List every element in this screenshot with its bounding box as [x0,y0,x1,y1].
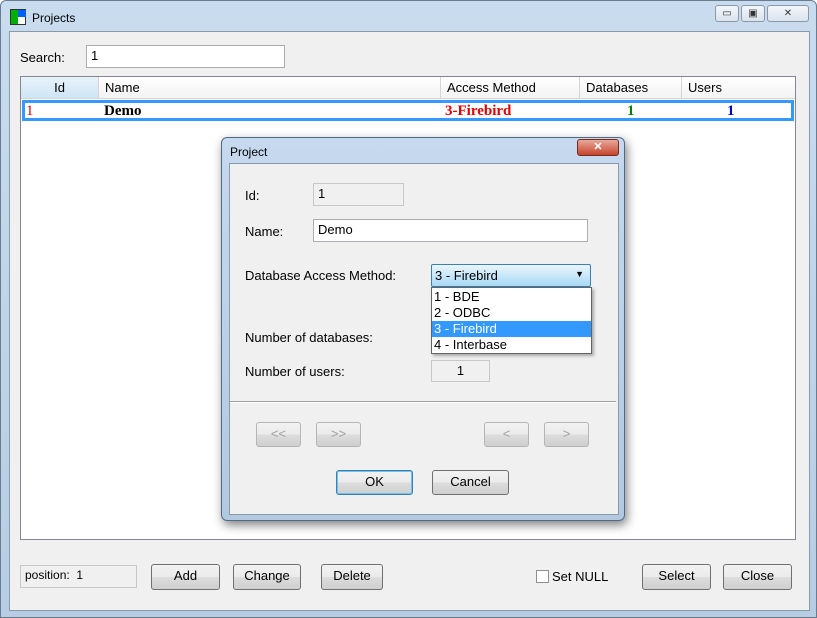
select-button[interactable]: Select [642,564,711,590]
delete-button[interactable]: Delete [321,564,383,590]
add-button[interactable]: Add [151,564,220,590]
column-header-id[interactable]: Id [21,77,99,99]
ok-button[interactable]: OK [336,470,413,495]
window-title: Projects [32,11,76,25]
previous-record-button[interactable]: < [484,422,529,447]
search-input[interactable]: 1 [86,45,285,68]
minimize-button[interactable]: ▭ [715,5,739,22]
access-method-dropdown-list[interactable]: 1 - BDE 2 - ODBC 3 - Firebird 4 - Interb… [431,287,592,354]
option-interbase[interactable]: 4 - Interbase [432,337,591,353]
chevron-down-icon: ▼ [575,269,584,279]
maximize-button[interactable]: ▣ [741,5,765,22]
databases-label: Number of databases: [245,330,373,345]
search-label: Search: [20,50,65,65]
access-method-select[interactable]: 3 - Firebird ▼ [431,264,591,287]
close-window-button[interactable]: ✕ [767,5,809,22]
name-field[interactable]: Demo [313,219,588,242]
dialog-title: Project [230,145,268,159]
id-label: Id: [245,188,260,203]
position-indicator: position: 1 [20,565,137,588]
option-odbc[interactable]: 2 - ODBC [432,305,591,321]
id-field: 1 [313,183,404,206]
option-bde[interactable]: 1 - BDE [432,289,591,305]
cancel-button[interactable]: Cancel [432,470,509,495]
option-firebird[interactable]: 3 - Firebird [432,321,591,337]
users-label: Number of users: [245,364,345,379]
set-null-checkbox[interactable] [536,570,549,583]
next-record-button[interactable]: > [544,422,589,447]
last-record-button[interactable]: >> [316,422,361,447]
cell-id: 1 [26,103,34,119]
cell-users: 1 [727,103,735,119]
app-icon [10,9,26,25]
change-button[interactable]: Change [233,564,301,590]
column-header-users[interactable]: Users [682,77,795,99]
column-header-access-method[interactable]: Access Method [441,77,580,99]
column-header-name[interactable]: Name [99,77,441,99]
first-record-button[interactable]: << [256,422,301,447]
cell-name: Demo [104,103,142,119]
name-label: Name: [245,224,284,239]
access-method-value: 3 - Firebird [435,268,498,283]
set-null-label[interactable]: Set NULL [552,569,608,584]
column-header-databases[interactable]: Databases [580,77,682,99]
separator [230,401,616,403]
cell-databases: 1 [627,103,635,119]
cell-access-method: 3-Firebird [445,103,512,119]
dialog-close-button[interactable]: ✕ [577,139,619,156]
close-button[interactable]: Close [723,564,792,590]
access-method-label: Database Access Method: [245,268,397,283]
users-field: 1 [431,360,490,382]
